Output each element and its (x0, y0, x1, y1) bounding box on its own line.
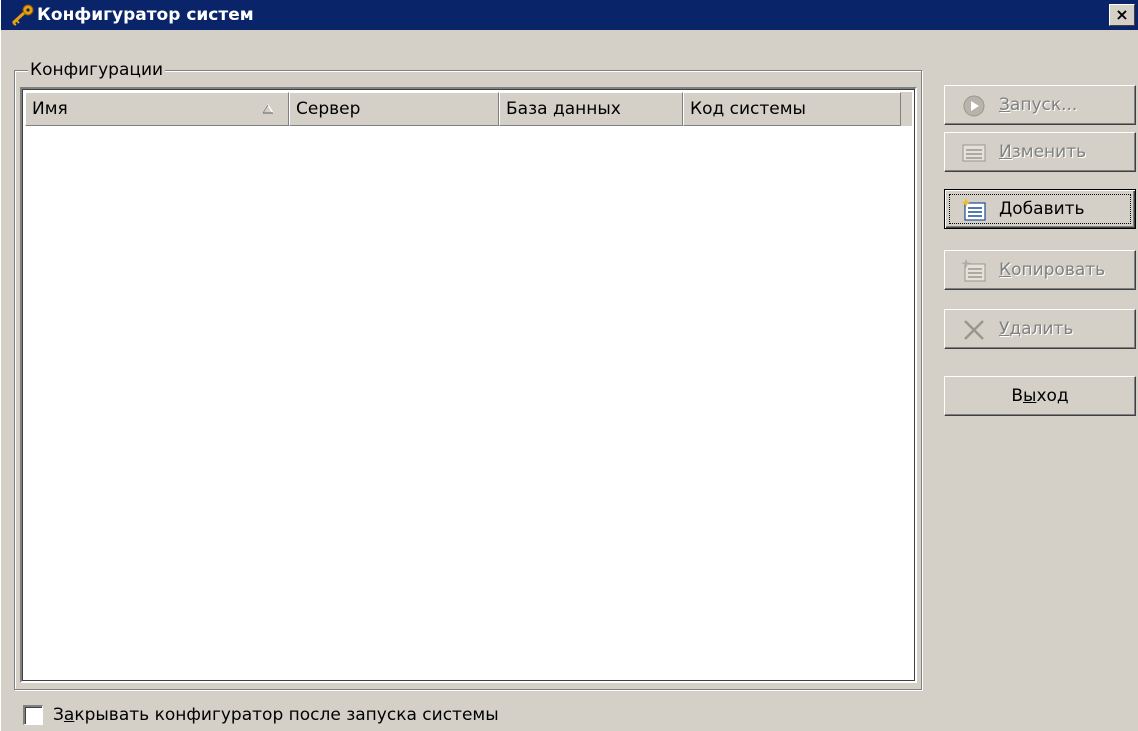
add-button[interactable]: Добавить (944, 189, 1136, 229)
sort-ascending-icon (262, 104, 274, 114)
copy-list-icon (961, 259, 986, 282)
copy-button-mnemonic: К (999, 260, 1012, 280)
column-header-label: Имя (32, 99, 68, 119)
close-icon: × (1115, 5, 1129, 24)
column-header-label: Код системы (690, 99, 806, 119)
copy-button[interactable]: Копировать (944, 250, 1136, 290)
run-button-mnemonic: З (999, 95, 1010, 115)
close-after-launch-label-prefix: З (53, 705, 64, 725)
run-button[interactable]: Запуск... (944, 85, 1136, 125)
window-title: Конфигуратор систем (37, 5, 254, 25)
close-after-launch-label-text: крывать конфигуратор после запуска систе… (74, 705, 499, 725)
exit-button-label: ход (1036, 386, 1069, 406)
exit-button-label-prefix: В (1011, 386, 1023, 406)
delete-button[interactable]: Удалить (944, 309, 1136, 349)
configurator-window: Конфигуратор систем × Конфигурации Имя С… (0, 0, 1138, 731)
column-header-label: База данных (506, 99, 621, 119)
list-header: Имя Сервер База данных Код системы (25, 92, 912, 126)
add-button-mnemonic: Д (999, 199, 1013, 219)
edit-list-icon (962, 144, 986, 162)
close-after-launch-checkbox[interactable] (23, 705, 43, 725)
delete-button-mnemonic: У (999, 319, 1010, 339)
column-header-label: Сервер (296, 99, 361, 119)
column-header-system-code[interactable]: Код системы (683, 92, 901, 126)
delete-button-label: далить (1009, 319, 1074, 339)
edit-button-mnemonic: И (999, 142, 1012, 162)
close-after-launch-label[interactable]: Закрывать конфигуратор после запуска сис… (53, 704, 499, 726)
column-header-server[interactable]: Сервер (289, 92, 499, 126)
new-list-icon (961, 198, 986, 221)
configurations-list[interactable]: Имя Сервер База данных Код системы (20, 87, 917, 683)
play-circle-icon (963, 95, 985, 117)
close-button[interactable]: × (1109, 4, 1135, 26)
title-bar[interactable]: Конфигуратор систем × (1, 0, 1138, 30)
run-button-label: апуск... (1009, 95, 1078, 115)
x-icon (964, 320, 984, 340)
column-header-database[interactable]: База данных (499, 92, 683, 126)
column-header-name[interactable]: Имя (25, 92, 289, 126)
exit-button-mnemonic: ы (1023, 386, 1037, 406)
close-after-launch-mnemonic: а (63, 705, 75, 725)
configurations-group-label: Конфигурации (28, 60, 166, 80)
copy-button-label: опировать (1011, 260, 1106, 280)
add-button-label: обавить (1012, 199, 1085, 219)
edit-button[interactable]: Изменить (944, 132, 1136, 172)
key-icon (11, 4, 34, 26)
exit-button[interactable]: Выход (944, 376, 1136, 416)
edit-button-label: зменить (1011, 142, 1087, 162)
